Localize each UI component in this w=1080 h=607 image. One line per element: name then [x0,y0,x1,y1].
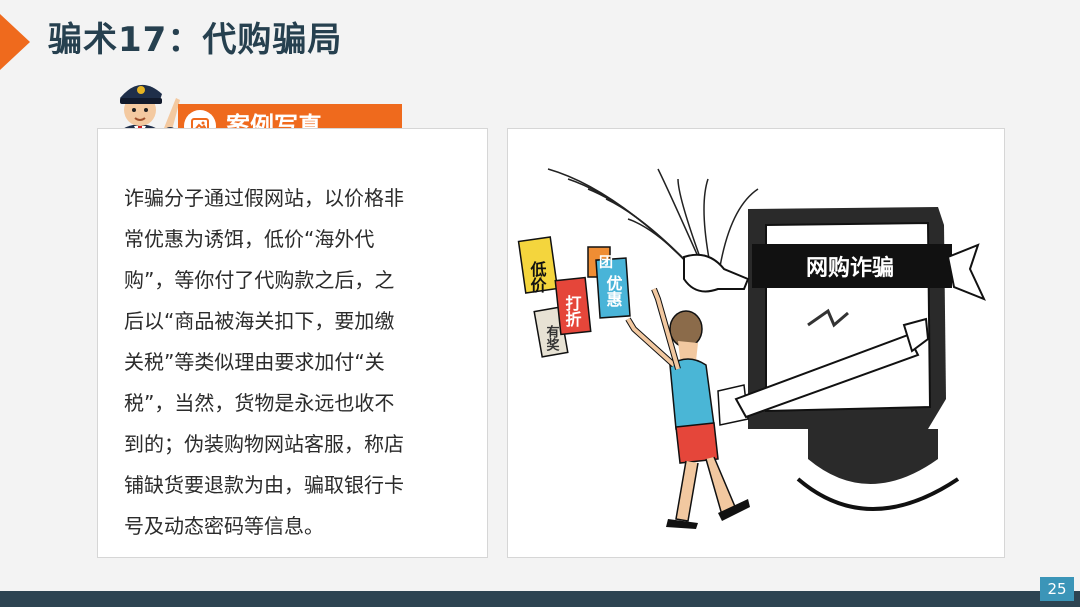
case-line: 购”，等你付了代购款之后，之 [124,268,395,292]
footer-bar [0,591,1080,607]
title-arrow-icon [0,14,30,70]
case-line: 税”，当然，货物是永远也收不 [124,391,395,415]
case-line: 关税”等类似理由要求加付“关 [124,350,385,374]
fishing-lines [547,168,759,280]
case-line: 常优惠为诱饵，低价“海外代 [124,227,375,251]
case-line: 到的；伪装购物网站客服，称店 [124,432,404,456]
screen-label: 网购诈骗 [806,255,894,281]
tag-prize: 有奖 [544,324,560,352]
page-number: 25 [1040,577,1074,601]
tag-group: 团 [599,255,613,271]
tag-low-price: 低价 [528,260,548,294]
page-title: 骗术17：代购骗局 [48,20,343,60]
case-line: 铺缺货要退款为由，骗取银行卡 [124,473,404,497]
case-description: 诈骗分子通过假网站，以价格非 常优惠为诱饵，低价“海外代 购”，等你付了代购款之… [124,178,464,547]
shopper-figure [625,287,750,529]
illustration-card: 网购诈骗 低价 打折 团 优惠 有奖 [507,128,1005,558]
case-line: 后以“商品被海关扣下，要加缴 [124,309,395,333]
online-shopping-fraud-illustration: 网购诈骗 低价 打折 团 优惠 有奖 [517,168,986,529]
case-line: 号及动态密码等信息。 [124,514,324,538]
tag-offer: 优惠 [604,274,623,308]
case-line: 诈骗分子通过假网站，以价格非 [124,186,404,210]
tag-discount: 打折 [563,294,582,328]
